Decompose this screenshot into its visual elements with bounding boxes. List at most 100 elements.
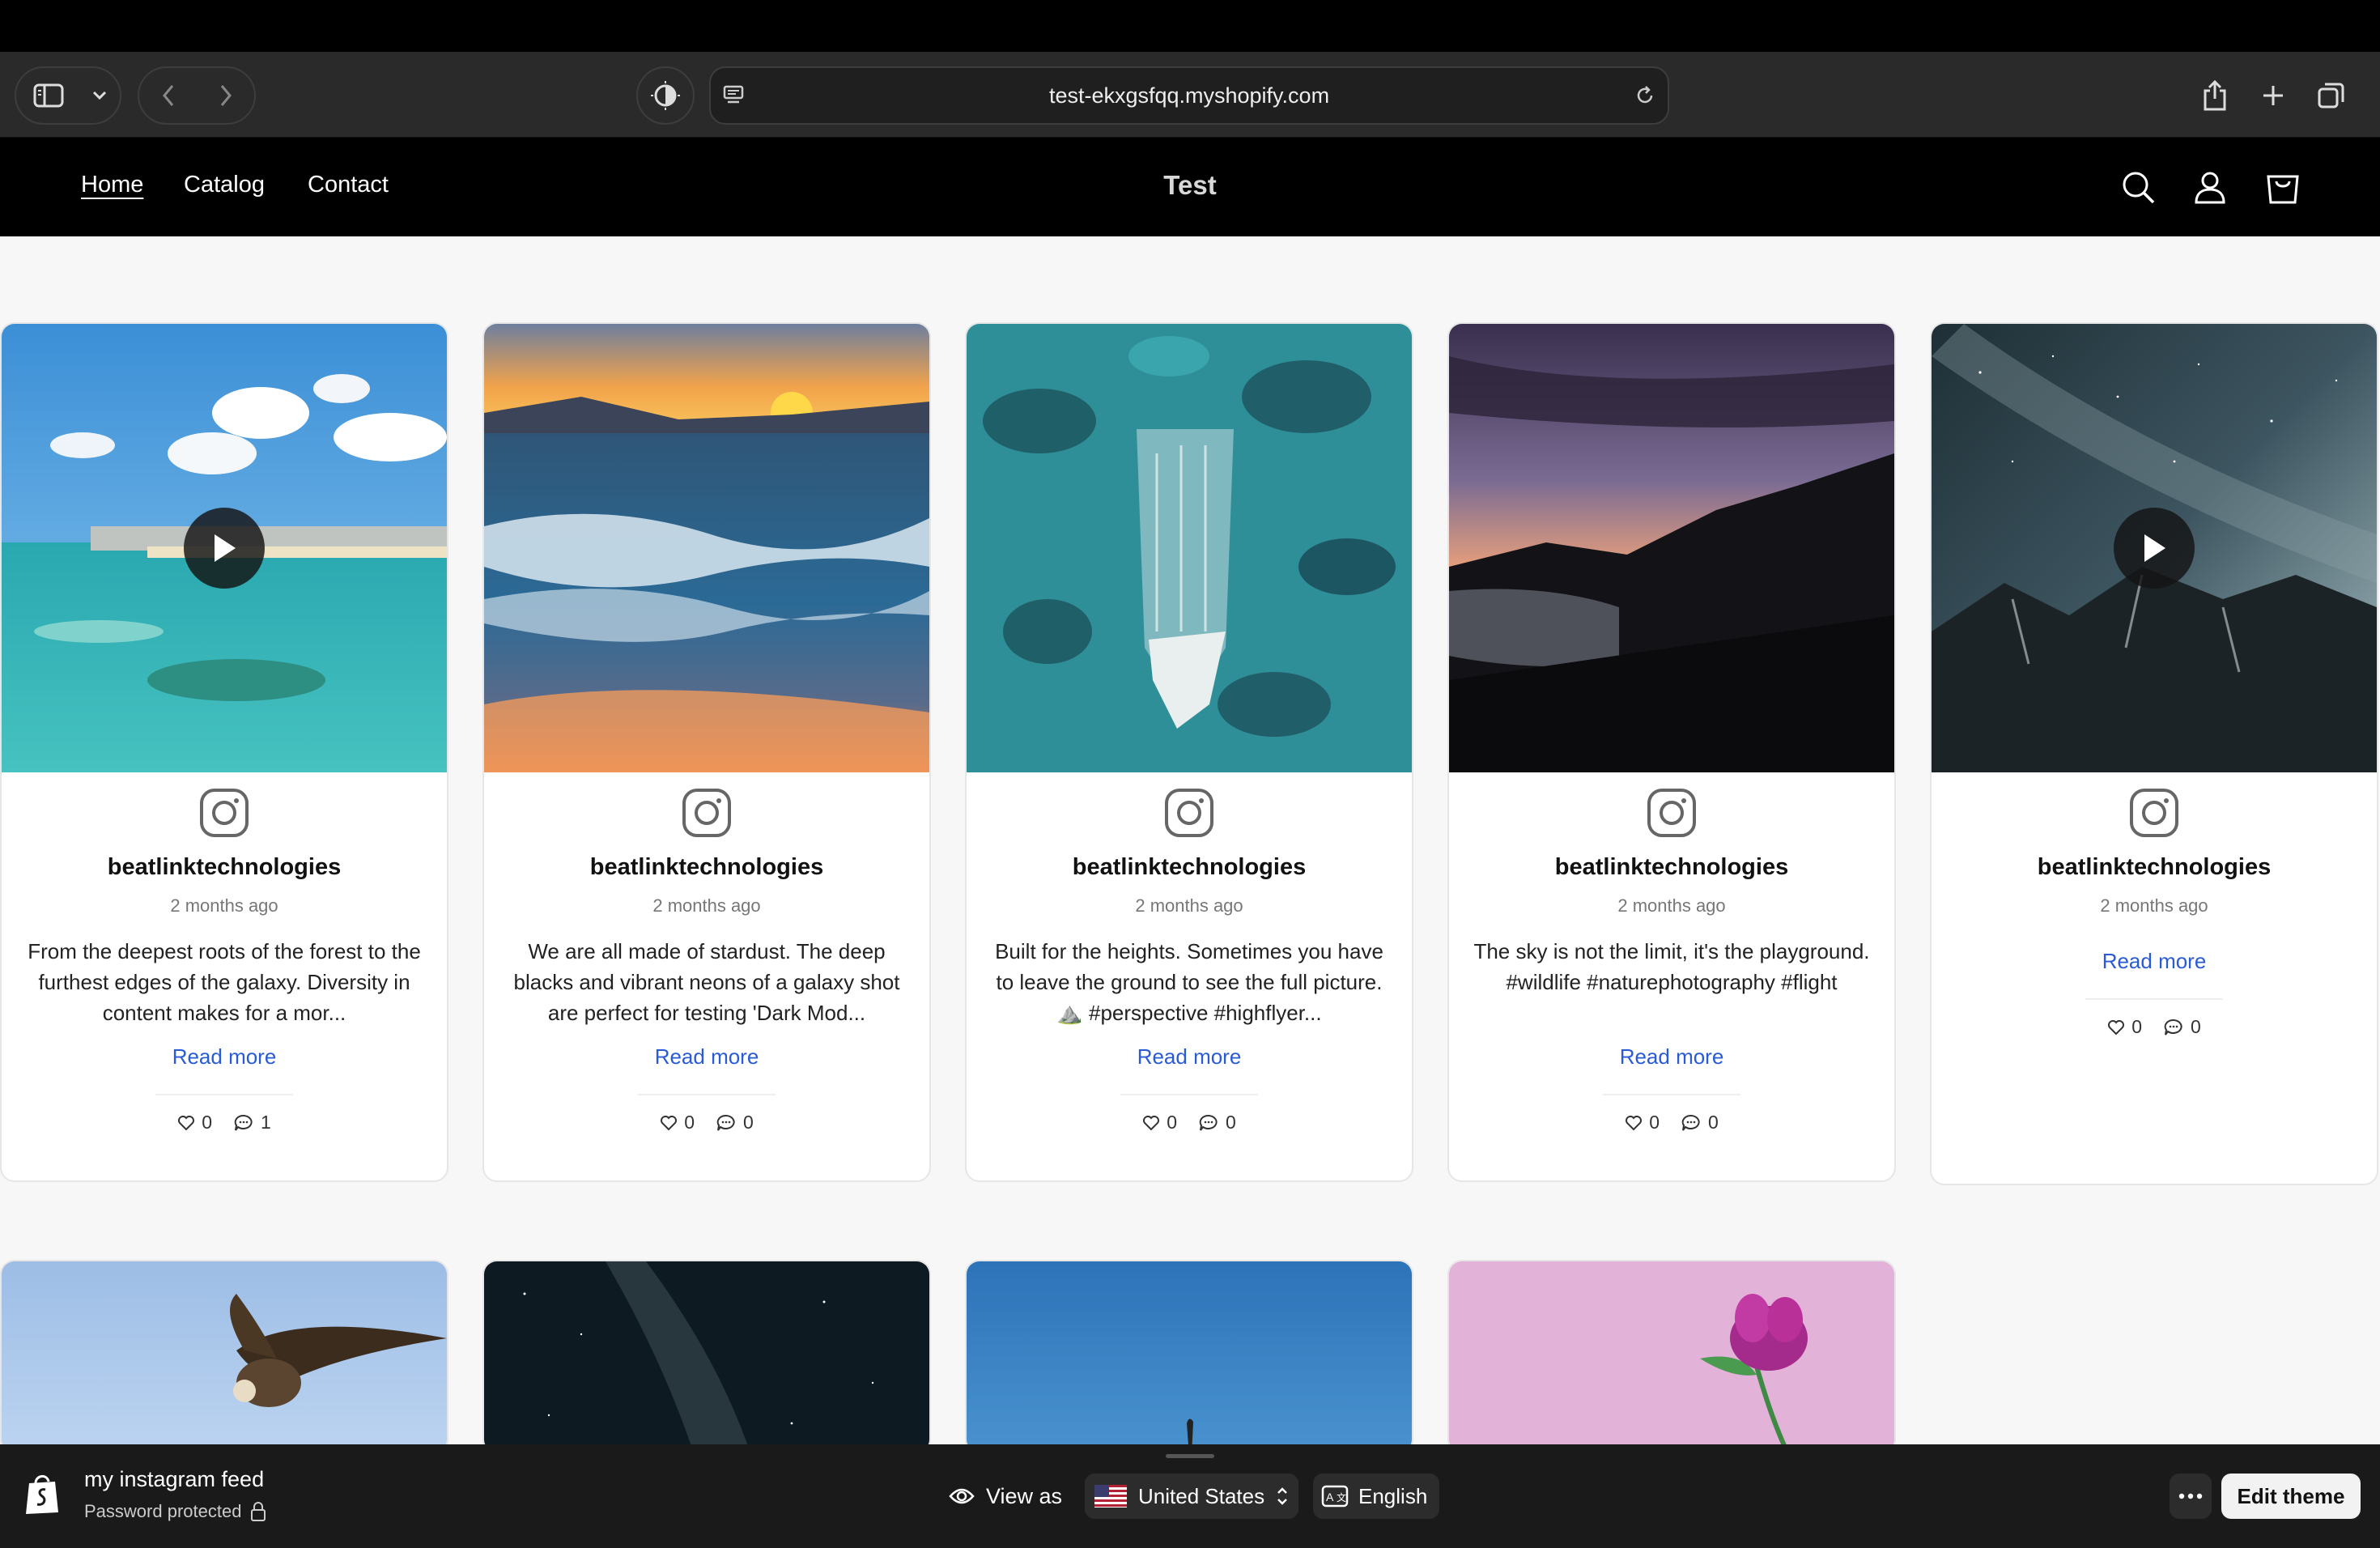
reload-icon[interactable] [1634,84,1656,107]
divider [155,1094,293,1095]
edit-theme-button[interactable]: Edit theme [2221,1474,2361,1519]
post-image-night-sky [484,1261,929,1452]
read-more-link[interactable]: Read more [484,1044,929,1070]
feed-card[interactable] [482,1260,931,1454]
post-media[interactable] [1932,324,2377,772]
tab-overview-button[interactable] [2309,68,2354,123]
feed-card[interactable] [1447,1260,1896,1454]
country-selector[interactable]: United States [1085,1474,1298,1519]
tabs-icon [2318,83,2344,108]
shopify-bag-icon [26,1475,58,1514]
post-image-eagle-flight [2,1261,447,1452]
chevron-down-icon [92,91,107,100]
post-username[interactable]: beatlinktechnologies [967,854,1412,881]
translate-icon: A文 [1321,1485,1349,1508]
address-bar[interactable]: test-ekxgsfqq.myshopify.com [709,66,1669,125]
post-time: 2 months ago [652,895,761,916]
more-horizontal-icon [2178,1493,2203,1499]
sidebar-toggle-button[interactable] [16,68,81,123]
feed-card[interactable]: beatlinktechnologies 2 months ago Built … [965,322,1413,1182]
forward-button[interactable] [197,68,254,123]
comment-icon [2164,1019,2182,1036]
post-username[interactable]: beatlinktechnologies [2,854,447,881]
post-image-shipwreck-aerial [967,324,1412,772]
comments-count: 1 [233,1112,271,1133]
language-selector[interactable]: A文 English [1313,1474,1439,1519]
comment-icon [1681,1114,1700,1131]
cart-icon[interactable] [2262,167,2304,209]
likes-count: 0 [1625,1112,1660,1133]
feed-card[interactable]: beatlinktechnologies 2 months ago Read m… [1930,322,2378,1185]
feed-card[interactable] [0,1260,448,1454]
history-nav-group [138,66,256,125]
password-status: Password protected [84,1501,267,1522]
likes-count: 0 [2107,1016,2142,1038]
post-time: 2 months ago [1617,895,1726,916]
svg-text:文: 文 [1337,1491,1346,1503]
share-button[interactable] [2192,68,2238,123]
updown-chevron-icon [1277,1487,1287,1505]
post-image-sunset-waves [484,324,929,772]
feed-card[interactable] [965,1260,1413,1454]
sidebar-icon [33,83,64,108]
likes-count: 0 [177,1112,212,1133]
play-button[interactable] [184,508,265,589]
us-flag-icon [1094,1485,1127,1508]
play-icon [2144,534,2165,562]
comments-count: 0 [2163,1016,2201,1038]
post-media[interactable] [1449,324,1894,772]
feed-card[interactable]: beatlinktechnologies 2 months ago The sk… [1447,322,1896,1182]
heart-icon [178,1115,195,1130]
heart-icon [2108,1019,2125,1035]
post-media[interactable] [484,324,929,772]
store-name: my instagram feed [84,1467,265,1491]
search-icon[interactable] [2118,167,2160,209]
read-more-link[interactable]: Read more [1932,949,2377,974]
contrast-icon [651,81,680,110]
url-text: test-ekxgsfqq.myshopify.com [1048,83,1330,108]
theme-preview-bar: my instagram feed Password protected Vie… [0,1444,2380,1548]
plus-icon [2263,86,2283,105]
read-more-link[interactable]: Read more [2,1044,447,1070]
appearance-button[interactable] [636,66,695,125]
read-more-link[interactable]: Read more [1449,1044,1894,1070]
post-time: 2 months ago [2100,895,2208,916]
play-button[interactable] [2114,508,2195,589]
drag-handle[interactable] [1166,1454,1214,1458]
post-caption: Built for the heights. Sometimes you hav… [995,939,1383,1025]
comment-icon [1199,1114,1218,1131]
read-more-link[interactable]: Read more [967,1044,1412,1070]
account-icon[interactable] [2189,167,2231,209]
store-logo[interactable]: Test [0,170,2380,201]
post-username[interactable]: beatlinktechnologies [1932,854,2377,881]
share-icon [2204,79,2226,111]
comment-icon [234,1114,253,1131]
lock-icon [251,1502,266,1521]
divider [638,1094,776,1095]
divider [1603,1094,1740,1095]
post-media[interactable] [967,324,1412,772]
comment-icon [716,1114,735,1131]
post-caption: From the deepest roots of the forest to … [28,939,421,1025]
new-tab-button[interactable] [2250,68,2296,123]
post-time: 2 months ago [1135,895,1243,916]
post-username[interactable]: beatlinktechnologies [1449,854,1894,881]
instagram-icon [2130,789,2178,837]
more-actions-button[interactable] [2170,1474,2212,1519]
post-caption: The sky is not the limit, it's the playg… [1473,939,1870,994]
feed-card[interactable]: beatlinktechnologies 2 months ago From t… [0,322,448,1182]
instagram-icon [1165,789,1213,837]
post-caption: We are all made of stardust. The deep bl… [513,939,900,1025]
svg-text:A: A [1326,1491,1334,1503]
back-button[interactable] [139,68,197,123]
password-status-text: Password protected [84,1501,242,1521]
post-media[interactable] [2,324,447,772]
post-username[interactable]: beatlinktechnologies [484,854,929,881]
divider [1120,1094,1258,1095]
feed-card[interactable]: beatlinktechnologies 2 months ago We are… [482,322,931,1182]
play-icon [215,534,236,562]
likes-count: 0 [1142,1112,1177,1133]
chevron-left-icon [162,85,173,106]
tab-group-menu-button[interactable] [81,68,118,123]
heart-icon [661,1115,678,1130]
